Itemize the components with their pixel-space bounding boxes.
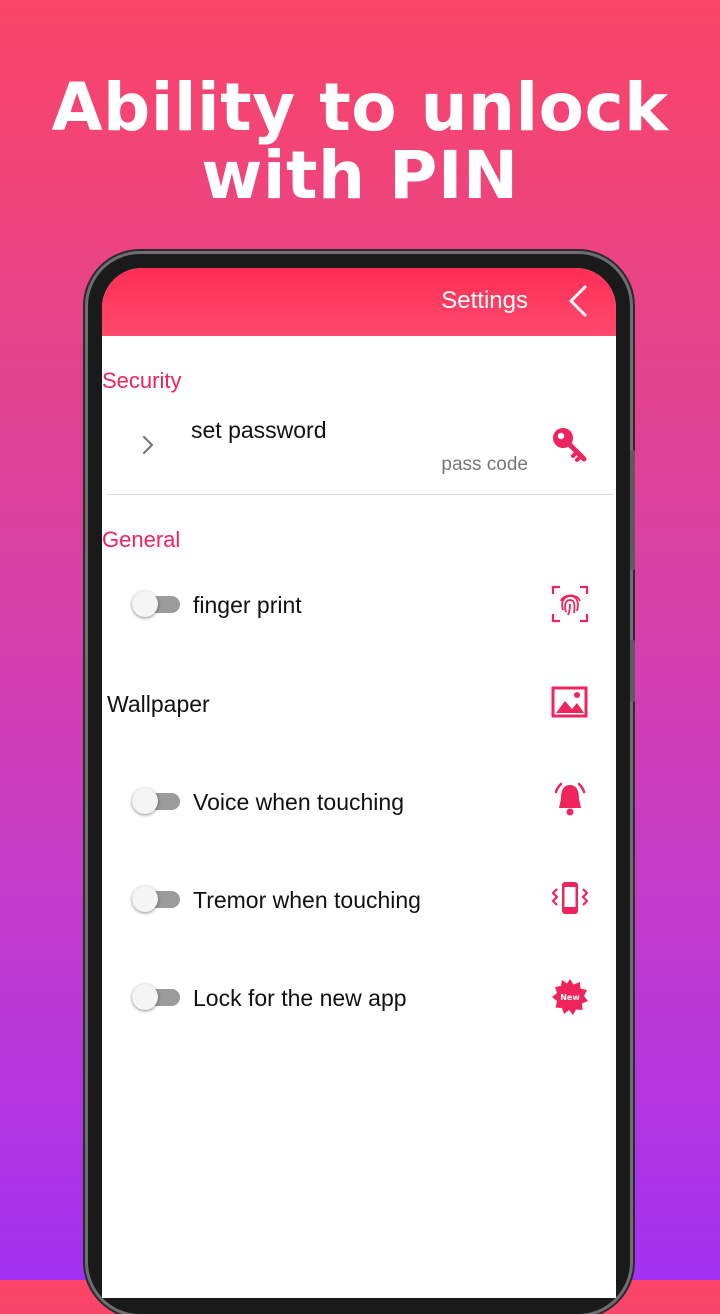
set-password-subtitle: pass code — [441, 454, 528, 475]
fingerprint-toggle[interactable] — [132, 591, 180, 617]
lock-new-app-label: Lock for the new app — [193, 985, 407, 1011]
set-password-row[interactable] — [102, 408, 616, 494]
toggle-knob — [132, 591, 158, 617]
toggle-knob — [132, 984, 158, 1010]
key-icon — [553, 428, 587, 462]
app-screen: Settings Security set password pass code… — [102, 268, 616, 1298]
toggle-knob — [132, 886, 158, 912]
section-divider — [106, 494, 614, 495]
headline-line-2: with PIN — [201, 137, 519, 214]
fingerprint-icon — [551, 585, 589, 623]
voice-label: Voice when touching — [193, 789, 404, 815]
phone-power-button — [630, 640, 635, 702]
new-badge-icon: New — [552, 979, 588, 1015]
chevron-right-icon — [142, 435, 154, 455]
app-bar: Settings — [102, 268, 616, 336]
toggle-knob — [132, 788, 158, 814]
image-icon — [551, 686, 588, 718]
back-button[interactable] — [562, 282, 596, 320]
section-label-security: Security — [102, 368, 182, 393]
section-label-general: General — [102, 527, 181, 552]
bell-ringing-icon — [554, 782, 586, 816]
tremor-label: Tremor when touching — [193, 887, 421, 913]
lock-new-app-toggle[interactable] — [132, 984, 180, 1010]
new-badge-text: New — [560, 993, 580, 1002]
tremor-toggle[interactable] — [132, 886, 180, 912]
app-bar-title: Settings — [441, 287, 528, 314]
phone-vibrate-icon — [551, 882, 589, 914]
wallpaper-label: Wallpaper — [107, 691, 210, 717]
chevron-left-icon — [569, 285, 587, 317]
set-password-title: set password — [191, 417, 327, 443]
fingerprint-label: finger print — [193, 592, 302, 618]
headline-line-1: Ability to unlock — [51, 69, 669, 146]
phone-volume-button — [630, 450, 635, 570]
voice-toggle[interactable] — [132, 788, 180, 814]
promo-headline: Ability to unlock with PIN — [0, 74, 720, 210]
